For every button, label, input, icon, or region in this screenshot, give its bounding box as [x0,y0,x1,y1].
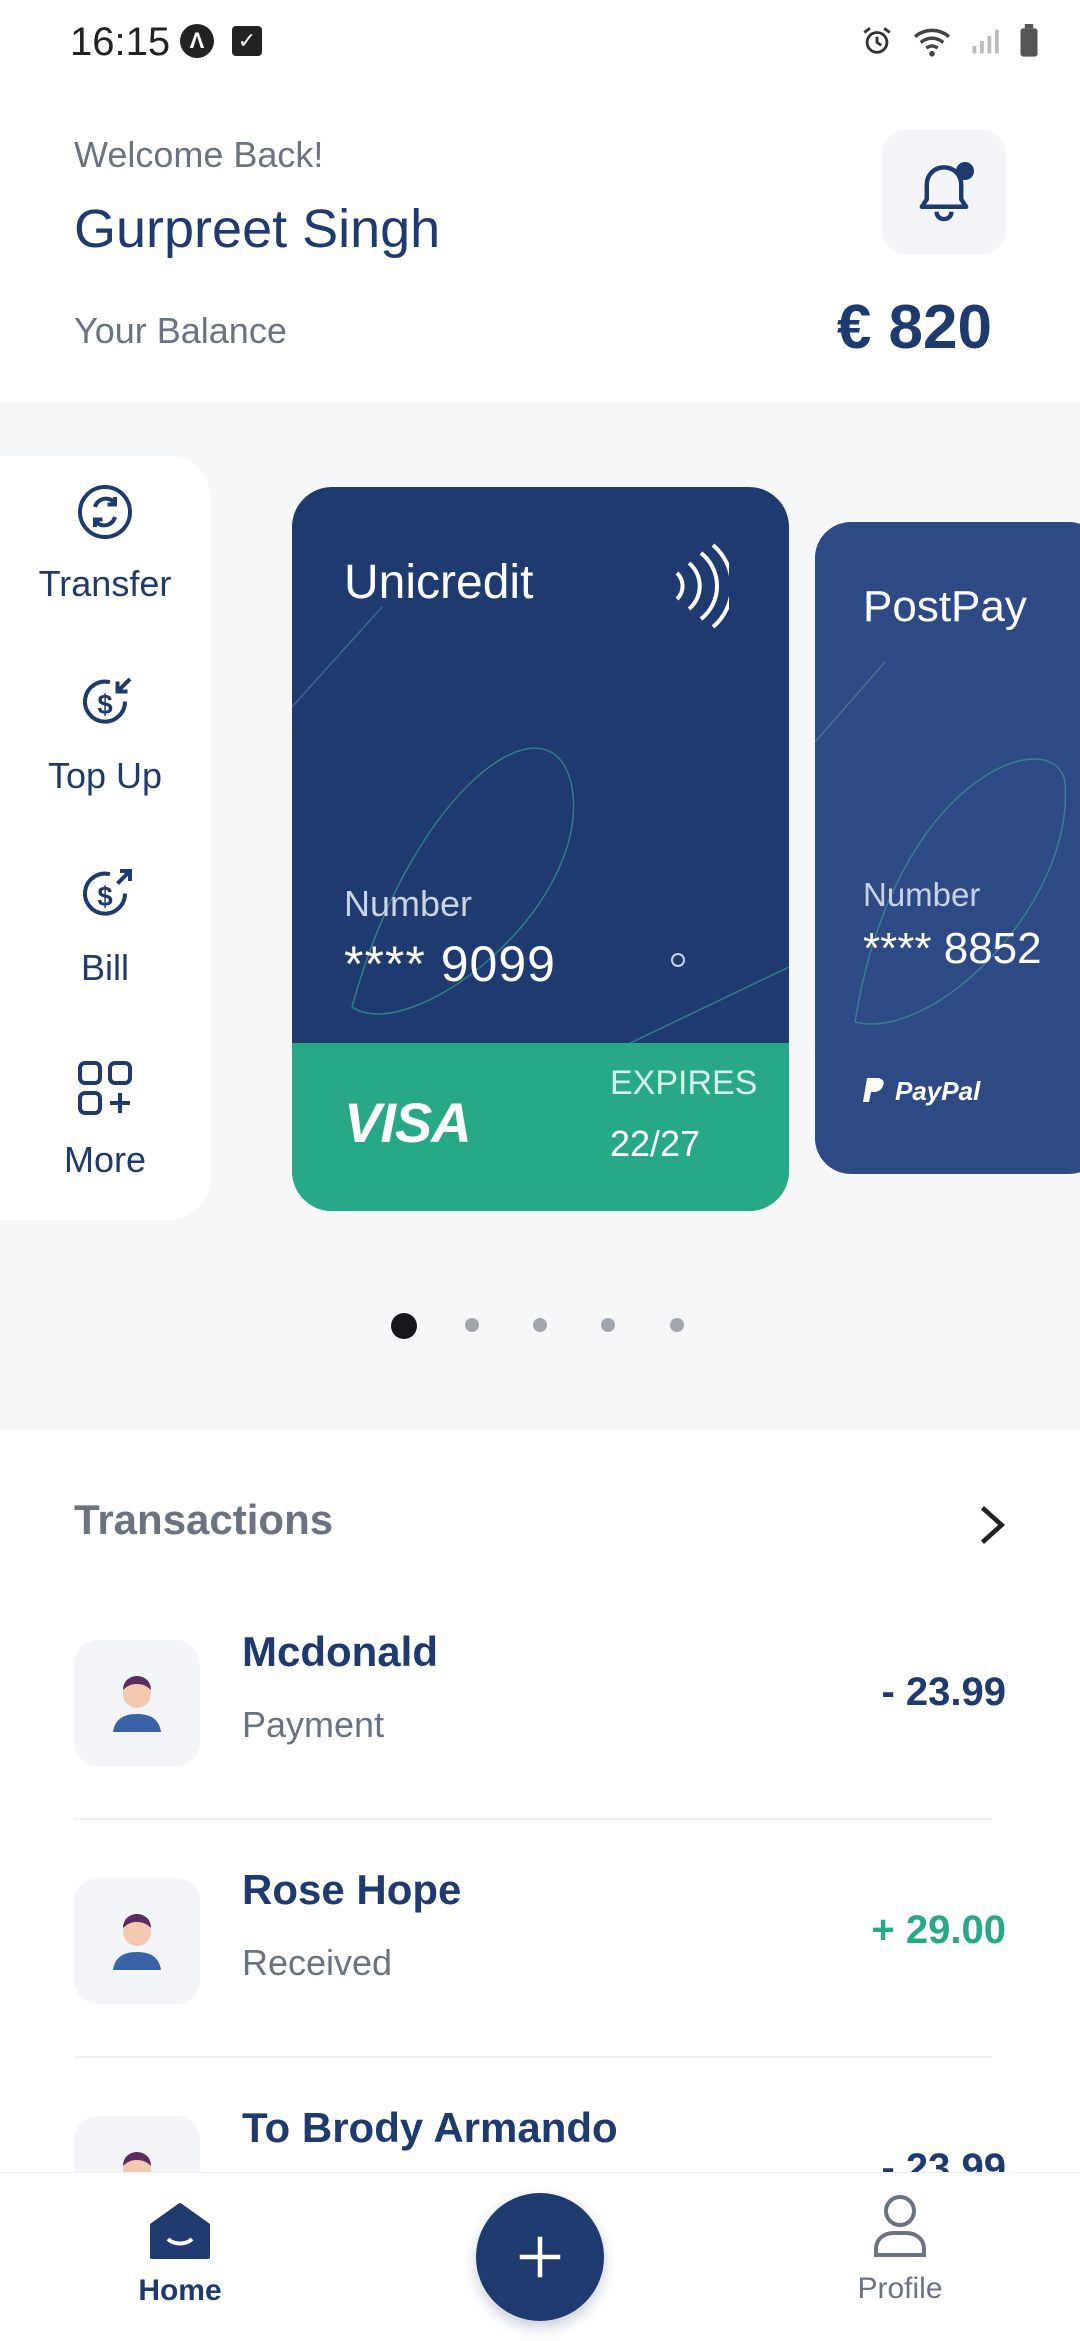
transaction-amount: + 29.00 [871,1908,1006,1952]
more-grid-icon [78,1061,132,1115]
transaction-name: Mcdonald [242,1628,438,1675]
status-time: 16:15 [70,20,171,64]
transaction-name: Rose Hope [242,1866,462,1913]
nav-home[interactable]: Home [80,2201,280,2308]
bill-label: Bill [80,947,129,988]
balance-label: Your Balance [74,310,287,351]
quick-actions-panel: Transfer $ Top Up $ Bill More [0,456,210,1220]
chevron-right-icon[interactable] [972,1502,1012,1548]
divider [74,2056,992,2058]
bill-icon: $ [83,869,132,916]
visa-logo: VISA [344,1091,472,1154]
signal-icon [972,29,999,54]
card-footer: VISA EXPIRES 22/27 [292,1043,789,1211]
divider [74,1818,992,1820]
card-unicredit[interactable]: Unicredit Number **** 9099 VISA EXPIRES … [292,487,789,1211]
card-pager [0,1310,1080,1340]
svg-text:$: $ [97,881,112,912]
status-bar: 16:15 Λ ✓ [0,0,1080,84]
nav-profile[interactable]: Profile [800,2193,1000,2306]
top-up-button[interactable]: $ Top Up [0,674,210,797]
expires-value: 22/27 [610,1123,701,1164]
nav-home-label: Home [138,2274,222,2307]
battery-icon [1020,24,1038,57]
paypal-logo: PayPal [863,1076,980,1107]
avatar [74,1878,200,2004]
card-postpay[interactable]: PostPay Number **** 8852 PayPal [815,522,1080,1174]
plus-icon [519,2236,561,2278]
expires-label: EXPIRES [610,1064,758,1102]
card-number: **** 9099 [344,936,556,992]
pager-dot-active[interactable] [391,1313,417,1339]
welcome-text: Welcome Back! [74,134,324,175]
card-number-label: Number [863,876,981,913]
card-bank-name: PostPay [863,582,1027,631]
add-button[interactable] [476,2193,604,2321]
transaction-type: Payment [242,1704,385,1745]
card-indicator-dot [671,953,685,967]
notifications-button[interactable] [882,130,1006,254]
pager-dot[interactable] [670,1318,684,1332]
alarm-icon [863,27,891,54]
pager-dot[interactable] [533,1318,547,1332]
person-avatar-icon [113,1914,161,1970]
transaction-name: To Brody Armando [242,2104,618,2151]
card-bank-name: Unicredit [344,556,534,609]
bill-button[interactable]: $ Bill [0,866,210,989]
more-button[interactable]: More [0,1058,210,1181]
card-number-label: Number [344,883,473,924]
person-avatar-icon [113,1676,161,1732]
transactions-title: Transactions [74,1496,334,1543]
home-icon [150,2203,210,2259]
person-icon [874,2195,926,2257]
pager-dot[interactable] [601,1318,615,1332]
paypal-icon [863,1077,884,1102]
balance-value: € 820 [836,293,992,362]
transaction-type: Received [242,1942,393,1983]
paypal-text: PayPal [895,1076,981,1106]
svg-text:$: $ [97,689,112,720]
transaction-row[interactable]: Mcdonald Payment - 23.99 [74,1620,1006,1800]
more-label: More [63,1139,147,1180]
pager-dot[interactable] [465,1318,479,1332]
bottom-navigation: Home Profile [0,2172,1080,2341]
nav-profile-label: Profile [857,2272,943,2305]
wifi-icon [913,28,951,57]
transfer-label: Transfer [38,563,172,604]
top-up-label: Top Up [47,755,163,796]
status-icons [860,24,1040,58]
avatar [74,1640,200,1766]
app-notification-icon: Λ [180,24,214,58]
card-number: **** 8852 [863,924,1042,973]
transaction-amount: - 23.99 [881,1670,1006,1714]
transaction-row[interactable]: Rose Hope Received + 29.00 [74,1858,1006,2038]
notification-dot [956,162,974,180]
user-name: Gurpreet Singh [74,199,441,259]
checkbox-notification-icon: ✓ [232,26,262,56]
transfer-icon [78,485,132,539]
contactless-icon [675,543,729,629]
transfer-button[interactable]: Transfer [0,482,210,605]
top-up-icon: $ [83,677,132,724]
